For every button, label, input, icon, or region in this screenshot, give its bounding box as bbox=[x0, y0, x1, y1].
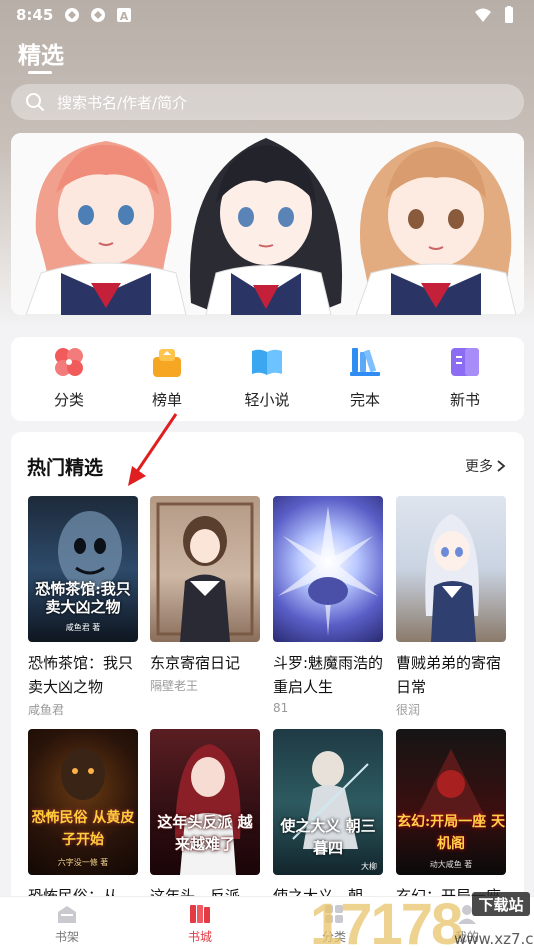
wifi-icon bbox=[475, 8, 491, 22]
section-title: 热门精选 bbox=[27, 457, 104, 479]
profile-icon bbox=[458, 905, 476, 924]
book-title: 东京寄宿日记 bbox=[150, 654, 241, 672]
bottom-navigation: 书架 书城 分类 我的 bbox=[0, 896, 534, 950]
cover-art bbox=[156, 502, 254, 642]
category-label: 新书 bbox=[449, 391, 480, 409]
category-item-new-books[interactable]: 新书 bbox=[435, 345, 495, 410]
category-shortcuts: 分类 榜单 轻小说 完本 新书 bbox=[11, 337, 524, 421]
book-cover bbox=[150, 496, 260, 642]
tab-indicator bbox=[28, 71, 52, 74]
cover-title: 这年头反派 越来越难了 bbox=[157, 813, 253, 853]
book-cover: 这年头反派 越来越难了 bbox=[150, 729, 260, 875]
book-title: 斗罗:魅魔雨浩的重启人生 bbox=[273, 654, 384, 696]
books-shelf-icon bbox=[350, 348, 380, 376]
category-label: 分类 bbox=[53, 391, 84, 409]
grid-petal-icon bbox=[55, 348, 83, 376]
app-notification-icon bbox=[91, 8, 106, 22]
app-notification-icon bbox=[65, 8, 80, 22]
bookstore-icon bbox=[190, 905, 210, 923]
nav-bookstore[interactable]: 书城 bbox=[170, 903, 230, 945]
nav-profile[interactable]: 我的 bbox=[437, 903, 497, 945]
nav-label: 我的 bbox=[454, 930, 479, 944]
cover-title: 恐怖茶馆:我只卖大凶之物 bbox=[35, 580, 131, 616]
status-time: 8:45 bbox=[16, 6, 54, 24]
search-placeholder: 搜索书名/作者/简介 bbox=[57, 93, 188, 112]
cover-author: 动大咸鱼 著 bbox=[429, 860, 473, 869]
category-item-completed[interactable]: 完本 bbox=[335, 345, 395, 410]
category-item-classify[interactable]: 分类 bbox=[39, 345, 99, 410]
book-card[interactable]: 恐怖茶馆:我只卖大凶之物 咸鱼君 著 恐怖茶馆：我只卖大凶之物 咸鱼君 bbox=[28, 496, 138, 718]
cover-author: 咸鱼君 著 bbox=[65, 623, 101, 632]
nav-category[interactable]: 分类 bbox=[304, 903, 364, 945]
nav-bookshelf[interactable]: 书架 bbox=[37, 903, 97, 945]
book-cover bbox=[273, 496, 383, 642]
cover-art bbox=[425, 514, 479, 642]
svg-text:A: A bbox=[120, 10, 129, 23]
category-icon bbox=[325, 905, 343, 923]
cover-author: 六字没一條 著 bbox=[57, 858, 109, 867]
cover-art bbox=[58, 511, 122, 591]
banner-illustration bbox=[11, 133, 524, 315]
cover-title: 玄幻:开局一座 天机阁 bbox=[396, 814, 506, 852]
book-cover: 恐怖茶馆:我只卖大凶之物 咸鱼君 著 bbox=[28, 496, 138, 642]
crown-ranking-icon bbox=[153, 349, 181, 377]
category-item-light-novel[interactable]: 轻小说 bbox=[237, 345, 297, 410]
annotation-arrow bbox=[128, 413, 178, 486]
book-card[interactable]: 玄幻:开局一座 天机阁 动大咸鱼 著 玄幻：开局一座... bbox=[396, 729, 512, 908]
status-bar: 8:45 A bbox=[0, 0, 534, 30]
page-title[interactable]: 精选 bbox=[18, 36, 64, 70]
promo-banner[interactable] bbox=[11, 133, 524, 315]
category-item-ranking[interactable]: 榜单 bbox=[137, 345, 197, 410]
font-notification-icon: A bbox=[117, 8, 132, 23]
category-label: 榜单 bbox=[151, 391, 182, 409]
book-author: 很润 bbox=[396, 703, 421, 717]
nav-label: 分类 bbox=[321, 930, 346, 944]
cover-title: 恐怖民俗 从黄皮子开始 bbox=[31, 810, 135, 848]
book-card[interactable]: 曹贼弟弟的寄宿日常 很润 bbox=[396, 496, 506, 718]
chevron-right-icon bbox=[497, 460, 506, 472]
book-cover: 使之大义 朝三暮四 大柳 bbox=[273, 729, 383, 875]
category-label: 完本 bbox=[349, 391, 380, 409]
book-author: 隔壁老王 bbox=[150, 679, 199, 693]
more-link[interactable]: 更多 bbox=[465, 456, 506, 476]
book-cover: 玄幻:开局一座 天机阁 动大咸鱼 著 bbox=[396, 729, 506, 875]
cover-title: 使之大义 朝三暮四 bbox=[280, 817, 376, 857]
nav-label: 书城 bbox=[187, 930, 212, 944]
book-cover: 恐怖民俗 从黄皮子开始 六字没一條 著 bbox=[28, 729, 138, 875]
hot-picks-section: 热门精选 更多 恐怖茶馆:我只卖大凶之物 咸鱼君 著 恐怖茶馆：我只卖大凶之物 … bbox=[11, 432, 524, 929]
book-card[interactable]: 斗罗:魅魔雨浩的重启人生 81 bbox=[273, 496, 383, 715]
category-label: 轻小说 bbox=[244, 391, 290, 409]
cover-author: 大柳 bbox=[361, 862, 377, 871]
book-cover bbox=[396, 496, 506, 642]
cover-art bbox=[278, 506, 378, 636]
bookshelf-icon bbox=[58, 906, 76, 923]
battery-icon bbox=[505, 6, 513, 23]
cover-art bbox=[61, 748, 105, 800]
book-title: 曹贼弟弟的寄宿日常 bbox=[396, 654, 502, 696]
nav-label: 书架 bbox=[54, 930, 79, 944]
book-author: 81 bbox=[273, 701, 289, 715]
book-title: 恐怖茶馆：我只卖大凶之物 bbox=[28, 654, 134, 696]
search-input[interactable]: 搜索书名/作者/简介 bbox=[11, 84, 524, 120]
book-author: 咸鱼君 bbox=[28, 703, 65, 717]
book-card[interactable]: 东京寄宿日记 隔壁老王 bbox=[150, 496, 260, 694]
search-icon bbox=[26, 93, 44, 111]
more-label: 更多 bbox=[465, 459, 493, 475]
new-book-icon bbox=[451, 348, 479, 376]
open-book-icon bbox=[252, 349, 282, 375]
